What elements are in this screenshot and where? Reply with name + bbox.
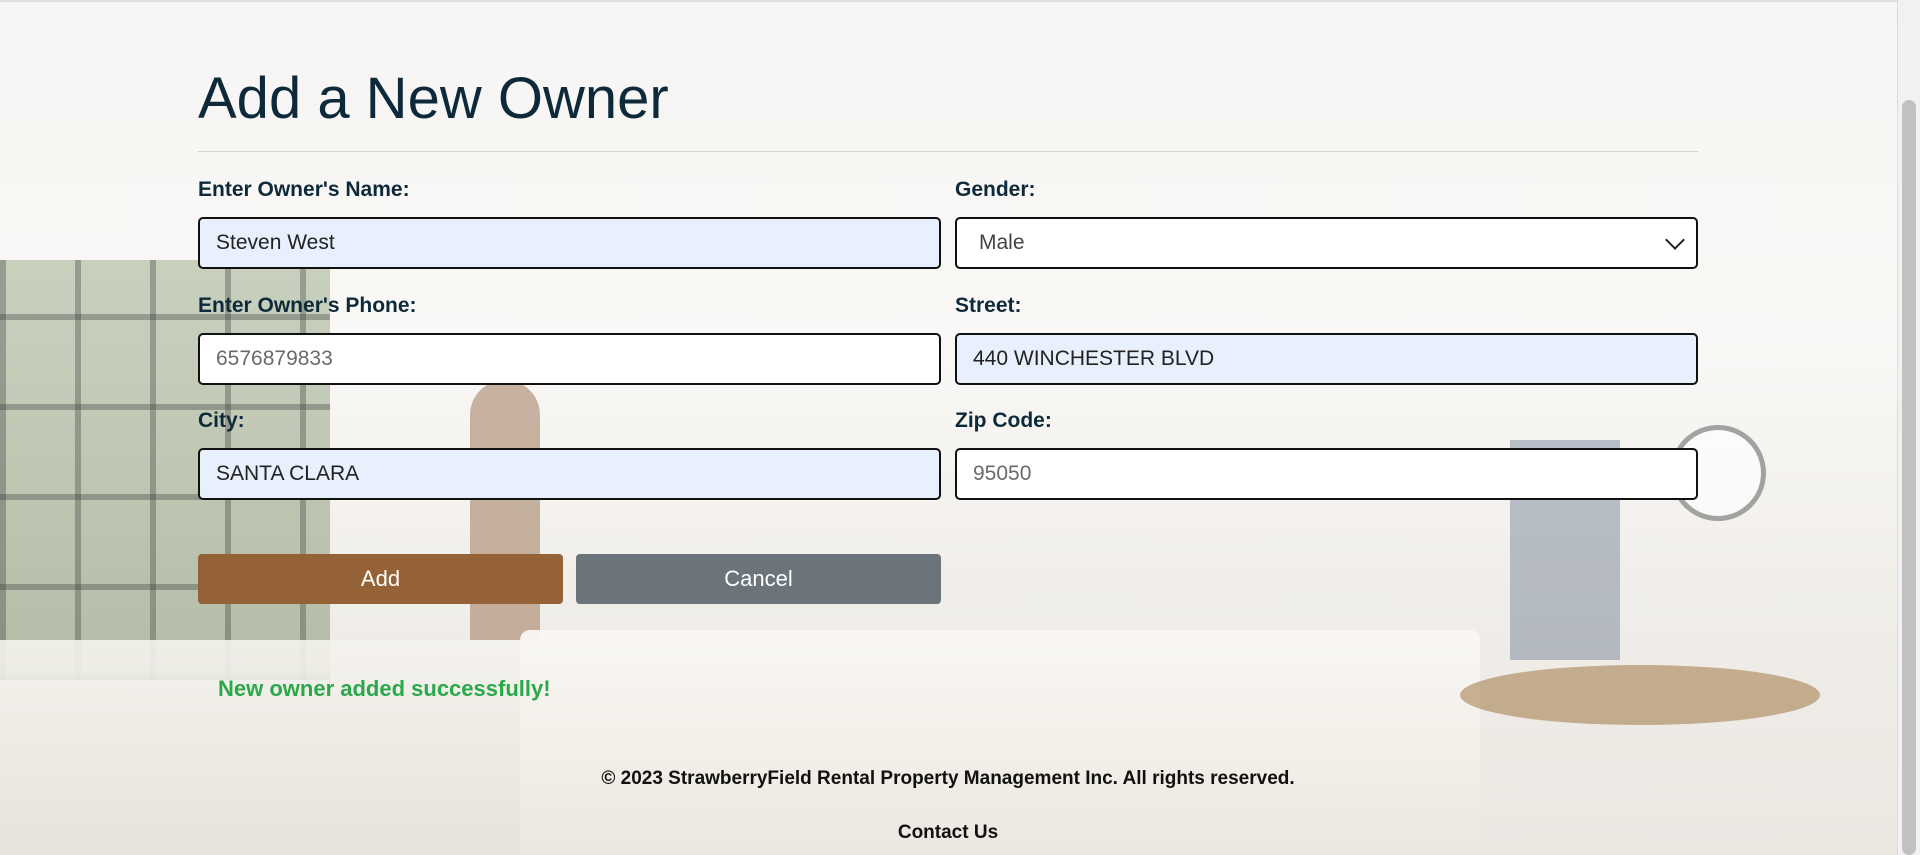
owner-phone-input[interactable]: [198, 333, 941, 385]
gender-select[interactable]: Male: [955, 217, 1698, 269]
zip-code-input[interactable]: [955, 448, 1698, 500]
owner-name-input[interactable]: [198, 217, 941, 269]
street-input[interactable]: [955, 333, 1698, 385]
page: Add a New Owner Enter Owner's Name: Gend…: [0, 0, 1920, 855]
owner-phone-field: Enter Owner's Phone:: [198, 291, 941, 385]
gender-selected-value: Male: [979, 231, 1025, 254]
scrollbar-thumb[interactable]: [1902, 100, 1916, 855]
city-field: City:: [198, 406, 941, 500]
add-button[interactable]: Add: [198, 554, 563, 604]
city-input[interactable]: [198, 448, 941, 500]
footer-copyright: © 2023 StrawberryField Rental Property M…: [601, 768, 1295, 789]
background-table: [1460, 665, 1820, 725]
zip-code-label: Zip Code:: [955, 409, 1052, 432]
vertical-scrollbar[interactable]: [1897, 0, 1920, 855]
page-title: Add a New Owner: [198, 66, 669, 131]
owner-name-label: Enter Owner's Name:: [198, 178, 410, 201]
top-border: [0, 0, 1898, 2]
street-label: Street:: [955, 294, 1022, 317]
gender-label: Gender:: [955, 178, 1036, 201]
title-divider: [198, 151, 1698, 152]
contact-us-link[interactable]: Contact Us: [198, 822, 1698, 844]
city-label: City:: [198, 409, 245, 432]
gender-field: Gender: Male: [955, 175, 1698, 269]
cancel-button[interactable]: Cancel: [576, 554, 941, 604]
success-message: New owner added successfully!: [218, 676, 551, 701]
owner-phone-label: Enter Owner's Phone:: [198, 294, 417, 317]
chevron-down-icon: [1665, 230, 1685, 250]
owner-name-field: Enter Owner's Name:: [198, 175, 941, 269]
zip-code-field: Zip Code:: [955, 406, 1698, 500]
street-field: Street:: [955, 291, 1698, 385]
